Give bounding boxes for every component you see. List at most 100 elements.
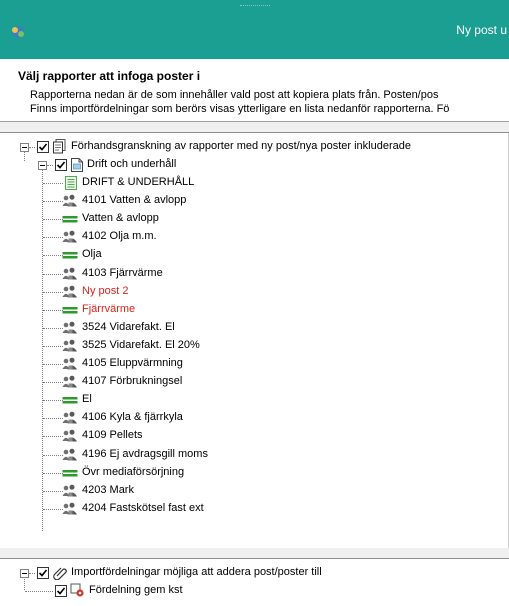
tree-item-row[interactable]: 4106 Kyla & fjärrkyla — [0, 409, 509, 427]
tree-item-row[interactable]: 4107 Förbrukningsel — [0, 373, 509, 391]
panel-separator — [0, 548, 509, 558]
tree-item-label: 3525 Vidarefakt. El 20% — [82, 339, 200, 351]
title-bar-grip — [240, 5, 270, 10]
tree-guide — [43, 400, 63, 401]
tree-item-label: 3524 Vidarefakt. El — [82, 321, 175, 333]
tree-root-row[interactable]: Förhandsgranskning av rapporter med ny p… — [0, 138, 509, 156]
account-people-icon — [62, 339, 78, 356]
app-icon — [12, 26, 24, 38]
tree-guide — [43, 436, 63, 437]
account-people-icon — [62, 357, 78, 374]
account-people-icon — [62, 375, 78, 392]
wizard-header: Välj rapporter att infoga poster i Rappo… — [0, 59, 509, 122]
page-title: Välj rapporter att infoga poster i — [18, 69, 201, 83]
account-people-icon — [62, 321, 78, 338]
tree-item-row[interactable]: 3524 Vidarefakt. El — [0, 319, 509, 337]
account-people-icon — [62, 484, 78, 501]
account-people-icon — [62, 429, 78, 446]
tree-item-row[interactable]: 3525 Vidarefakt. El 20% — [0, 337, 509, 355]
tree-item-row[interactable]: 4109 Pellets — [0, 427, 509, 445]
tree-item-row[interactable]: 4196 Ej avdragsgill moms — [0, 446, 509, 464]
tree-item-label: 4101 Vatten & avlopp — [82, 194, 187, 206]
tree-item-row[interactable]: 4203 Mark — [0, 482, 509, 500]
root-checkbox[interactable] — [37, 141, 49, 153]
report-sheet-icon — [64, 176, 78, 193]
tree-item-row[interactable]: 4101 Vatten & avlopp — [0, 192, 509, 210]
tree-guide — [43, 328, 63, 329]
description-line-1: Rapporterna nedan är de som innehåller v… — [30, 89, 439, 101]
tree-item-label: DRIFT & UNDERHÅLL — [82, 176, 195, 188]
tree-guide — [43, 219, 63, 220]
collapse-import-icon[interactable] — [20, 569, 29, 578]
tree-guide — [43, 418, 63, 419]
tree-item-row[interactable]: Övr mediaförsörjning — [0, 464, 509, 482]
page-description: Rapporterna nedan är de som innehåller v… — [30, 88, 449, 116]
preview-documents-icon — [53, 139, 66, 154]
account-people-icon — [62, 230, 78, 247]
account-people-icon — [62, 285, 78, 302]
import-root-checkbox[interactable] — [37, 567, 49, 579]
import-child-row[interactable]: Fördelning gem kst — [0, 582, 509, 600]
import-tree[interactable]: Importfördelningar möjliga att addera po… — [0, 558, 509, 606]
checkmark-icon — [56, 161, 66, 169]
sum-line-icon — [62, 248, 78, 265]
account-people-icon — [62, 502, 78, 519]
collapse-root-icon[interactable] — [20, 143, 29, 152]
tree-item-row[interactable]: El — [0, 391, 509, 409]
tree-item-label: Ny post 2 — [82, 285, 129, 297]
collapse-report-icon[interactable] — [38, 161, 47, 170]
sum-line-icon — [62, 393, 78, 410]
account-people-icon — [62, 411, 78, 428]
tree-guide — [43, 509, 63, 510]
tree-item-row[interactable]: DRIFT & UNDERHÅLL — [0, 174, 509, 192]
tree-guide — [29, 147, 35, 148]
tree-guide — [43, 237, 63, 238]
import-root-row[interactable]: Importfördelningar möjliga att addera po… — [0, 564, 509, 582]
title-bar: Ny post u — [0, 0, 509, 59]
tree-item-label: Övr mediaförsörjning — [82, 466, 185, 478]
tree-item-label: 4106 Kyla & fjärrkyla — [82, 411, 183, 423]
panel-gap — [0, 122, 509, 132]
window-title: Ny post u — [456, 23, 507, 37]
tree-guide — [43, 201, 63, 202]
account-people-icon — [62, 267, 78, 284]
import-root-label: Importfördelningar möjliga att addera po… — [71, 566, 322, 578]
tree-item-label: 4109 Pellets — [82, 429, 143, 441]
tree-guide — [43, 455, 63, 456]
tree-item-label: Vatten & avlopp — [82, 212, 159, 224]
tree-item-label: 4203 Mark — [82, 484, 134, 496]
tree-item-label: 4102 Olja m.m. — [82, 230, 157, 242]
tree-item-label: Olja — [82, 248, 102, 260]
tree-item-row[interactable]: Olja — [0, 246, 509, 264]
tree-item-label: Fjärrvärme — [82, 303, 136, 315]
tree-item-row[interactable]: 4102 Olja m.m. — [0, 228, 509, 246]
distribution-gear-icon — [70, 583, 84, 597]
tree-item-row[interactable]: 4103 Fjärrvärme — [0, 265, 509, 283]
tree-guide — [25, 591, 53, 592]
paperclip-icon — [53, 567, 67, 580]
tree-item-row[interactable]: Fjärrvärme — [0, 301, 509, 319]
description-line-2: Finns importfördelningar som berörs visa… — [30, 103, 450, 115]
tree-item-row[interactable]: Vatten & avlopp — [0, 210, 509, 228]
sum-line-icon — [62, 466, 78, 483]
tree-guide — [43, 292, 63, 293]
report-document-icon — [71, 158, 83, 172]
tree-item-row[interactable]: 4105 Eluppvärmning — [0, 355, 509, 373]
tree-item-row[interactable]: Ny post 2 — [0, 283, 509, 301]
tree-report-row[interactable]: Drift och underhåll — [0, 156, 509, 174]
tree-guide — [43, 346, 63, 347]
checkmark-icon — [38, 143, 48, 151]
tree-root-label: Förhandsgranskning av rapporter med ny p… — [71, 140, 411, 152]
import-child-label: Fördelning gem kst — [89, 584, 183, 596]
tree-guide — [43, 183, 63, 184]
tree-item-row[interactable]: 4204 Fastskötsel fast ext — [0, 500, 509, 518]
tree-item-label: 4105 Eluppvärmning — [82, 357, 183, 369]
import-child-checkbox[interactable] — [55, 585, 67, 597]
tree-item-label: 4103 Fjärrvärme — [82, 267, 163, 279]
tree-item-label: 4196 Ej avdragsgill moms — [82, 448, 208, 460]
sum-line-icon — [62, 303, 78, 320]
report-tree[interactable]: Förhandsgranskning av rapporter med ny p… — [0, 132, 509, 549]
account-people-icon — [62, 194, 78, 211]
report-checkbox[interactable] — [55, 159, 67, 171]
account-people-icon — [62, 448, 78, 465]
